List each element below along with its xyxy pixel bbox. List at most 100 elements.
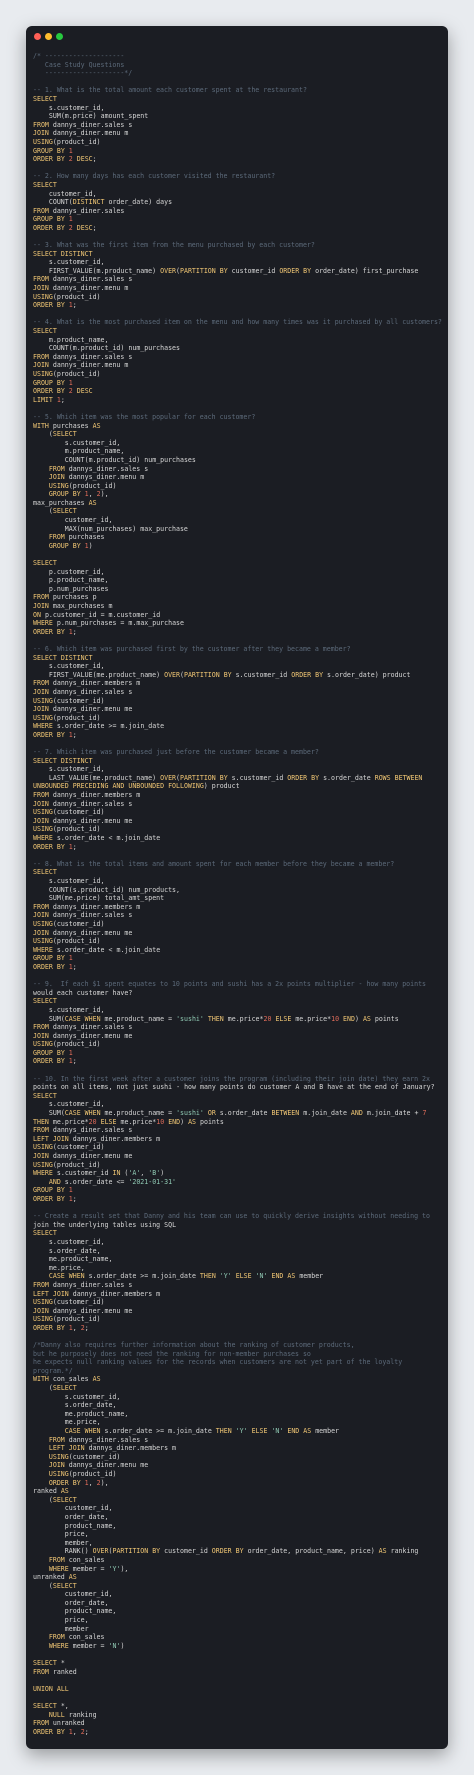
code-line: ORDER BY 1; [33,730,77,739]
code-line: COUNT(DISTINCT order_date) days [48,198,173,207]
code-line: JOIN dannys_diner.sales s [33,687,133,696]
code-line: UNBOUNDED PRECEDING AND UNBOUNDED FOLLOW… [33,782,240,791]
code-line: GROUP BY 1 [33,1048,73,1057]
code-line: JOIN dannys_diner.sales s [33,911,133,920]
code-line: max_purchases AS [33,498,97,507]
code-line: SUM(me.price) total_amt_spent [48,894,165,903]
code-line: FROM con_sales [48,1633,105,1642]
code-line: ORDER BY 1; [33,842,77,851]
code-line: ORDER BY 1, 2; [33,1323,89,1332]
code-line: USING(product_id) [33,713,101,722]
code-line: product_name, [64,1521,117,1530]
code-line: me.price, [48,1263,85,1272]
code-line: FROM purchases p [33,593,97,602]
code-line: s.customer_id, [64,438,121,447]
code-line: product_name, [64,1607,117,1616]
maximize-window-icon[interactable] [56,33,63,40]
code-line: LEFT JOIN dannys_diner.members m [33,1134,161,1143]
code-line: JOIN dannys_diner.menu m [33,284,129,293]
code-line: ORDER BY 2 DESC [33,387,93,396]
code-line: FROM dannys_diner.members m [33,679,141,688]
code-line: GROUP BY 1 [33,146,73,155]
code-line: LAST_VALUE(me.product_name) OVER(PARTITI… [48,773,423,782]
code-line: SELECT DISTINCT [33,249,93,258]
code-line: SELECT DISTINCT [33,653,93,662]
code-line: -- Create a result set that Danny and hi… [33,1212,430,1221]
code-line: s.order_date, [64,1401,117,1410]
code-line: -- 10. In the first week after a custome… [33,1074,430,1083]
code-line: USING(customer_id) [48,1452,121,1461]
code-line: GROUP BY 1 [33,215,73,224]
code-line: GROUP BY 1) [48,541,93,550]
code-line: WHERE s.customer_id IN ('A', 'B') [33,1169,165,1178]
code-line: customer_id, [64,1590,113,1599]
code-line: order_date, [64,1598,109,1607]
code-line: program.*/ [33,1366,73,1375]
code-line: p.product_name, [48,576,109,585]
code-line: FROM ranked [33,1667,77,1676]
code-line: s.order_date, [48,1246,101,1255]
code-line: SELECT * [33,1659,65,1668]
code-line: s.customer_id, [48,765,105,774]
code-line: LIMIT 1; [33,395,65,404]
code-line: -- 1. What is the total amount each cust… [33,86,307,95]
code-line: m.product_name, [64,447,125,456]
code-line: FIRST_VALUE(m.product_name) OVER(PARTITI… [48,266,419,275]
code-line: JOIN dannys_diner.menu me [33,816,133,825]
code-line: (SELECT [48,1384,77,1393]
code-line: FROM dannys_diner.sales s [33,120,133,129]
minimize-window-icon[interactable] [45,33,52,40]
sql-code-block: /* -------------------- Case Study Quest… [33,52,444,1736]
code-line: SELECT [33,559,57,568]
code-line: WITH purchases AS [33,421,101,430]
code-line: he expects null ranking values for the r… [33,1358,403,1367]
code-line: GROUP BY 1 [33,378,73,387]
code-line: JOIN dannys_diner.menu m [33,361,129,370]
code-line: customer_id, [64,516,113,525]
code-line: unranked AS [33,1573,77,1582]
code-line: JOIN max_purchases m [33,602,113,610]
code-line: /* -------------------- [33,52,125,60]
code-line: USING(product_id) [48,481,117,490]
code-line: (SELECT [48,1495,77,1504]
code-line: WHERE s.order_date >= m.join_date [33,722,165,731]
close-window-icon[interactable] [34,33,41,40]
code-line: s.customer_id, [48,103,105,112]
code-line: -- 7. Which item was purchased just befo… [33,748,319,757]
code-line: FROM dannys_diner.sales s [33,1280,133,1289]
code-line: SELECT [33,327,57,335]
code-line: USING(product_id) [33,1315,101,1324]
code-line: JOIN dannys_diner.menu m [33,129,129,138]
code-line: ORDER BY 1, 2), [48,1478,109,1487]
code-line: GROUP BY 1 [33,954,73,963]
code-line: me.product_name, [64,1409,129,1418]
code-line: JOIN dannys_diner.menu me [33,1306,133,1315]
code-line: WHERE s.order_date < m.join_date [33,945,161,954]
code-line: s.customer_id, [48,258,105,267]
code-line: WHERE member = 'Y'), [48,1564,129,1573]
code-line: -- 3. What was the first item from the m… [33,241,315,250]
code-line: CASE WHEN s.order_date >= m.join_date TH… [48,1272,324,1281]
code-line: (SELECT [48,507,77,516]
code-line: MAX(num_purchases) max_purchase [64,524,188,533]
code-line: JOIN dannys_diner.menu me [33,1152,133,1160]
code-line: USING(product_id) [48,1469,117,1478]
code-line: FROM unranked [33,1719,85,1728]
code-line: GROUP BY 1 [33,1186,73,1195]
code-line: price, [64,1616,89,1625]
code-line: member [64,1624,89,1633]
code-line: ORDER BY 1; [33,1194,77,1203]
code-line: -- 4. What is the most purchased item on… [33,318,442,327]
code-line: USING(customer_id) [33,919,105,928]
code-line: USING(product_id) [33,292,101,301]
code-line: JOIN dannys_diner.menu me [33,1031,133,1040]
code-line: -- 8. What is the total items and amount… [33,859,395,868]
code-line: COUNT(s.product_id) num_products, [48,885,180,894]
code-line: COUNT(m.product_id) num_purchases [48,344,180,353]
code-line: ORDER BY 1; [33,627,77,636]
